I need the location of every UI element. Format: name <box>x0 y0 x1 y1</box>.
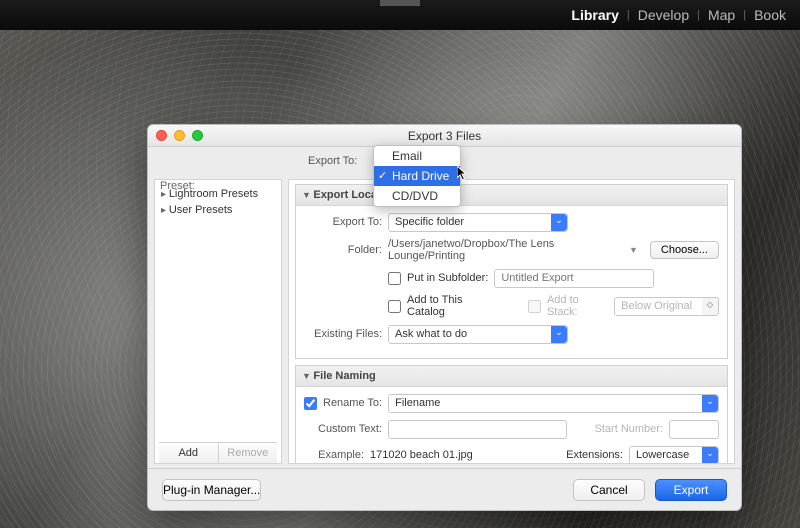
minimize-icon[interactable] <box>174 130 185 141</box>
stack-position-value: Below Original <box>621 300 692 312</box>
choose-folder-button[interactable]: Choose... <box>650 241 719 259</box>
preset-label: Preset: <box>160 180 195 192</box>
remove-preset-button: Remove <box>219 443 278 463</box>
export-to-dropdown[interactable]: Email Hard Drive CD/DVD <box>373 145 461 207</box>
folder-path: /Users/janetwo/Dropbox/The Lens Lounge/P… <box>388 238 623 262</box>
separator: | <box>743 9 746 21</box>
section-header-export-location[interactable]: Export Location <box>296 185 727 206</box>
folder-label: Folder: <box>304 244 382 256</box>
chevron-down-icon[interactable] <box>551 214 567 231</box>
rename-template-value: Filename <box>395 397 440 409</box>
window-controls <box>156 130 203 141</box>
export-to-option-email[interactable]: Email <box>374 146 460 166</box>
extensions-label: Extensions: <box>566 449 623 461</box>
export-to-top-label: Export To: <box>308 155 357 167</box>
export-button[interactable]: Export <box>655 479 727 501</box>
module-book[interactable]: Book <box>754 7 786 23</box>
section-export-location: Export Location Export To: Specific fold… <box>295 184 728 359</box>
add-to-stack-label: Add to Stack: <box>547 294 608 318</box>
start-number-label: Start Number: <box>573 423 663 435</box>
plugin-manager-button[interactable]: Plug-in Manager... <box>162 479 261 501</box>
rename-to-checkbox[interactable] <box>304 397 317 410</box>
module-picker-bar: Library | Develop | Map | Book <box>0 0 800 30</box>
dialog-footer: Plug-in Manager... Cancel Export <box>148 468 741 510</box>
cancel-button[interactable]: Cancel <box>573 479 645 501</box>
chevron-down-icon[interactable] <box>702 447 718 464</box>
extensions-select[interactable]: Lowercase <box>629 446 719 465</box>
add-to-catalog-label: Add to This Catalog <box>407 294 497 318</box>
preset-sidebar: Lightroom Presets User Presets Add Remov… <box>154 179 282 464</box>
start-number-field <box>669 420 719 439</box>
example-value: 171020 beach 01.jpg <box>370 449 560 461</box>
add-to-stack-checkbox <box>528 300 541 313</box>
custom-text-field <box>388 420 567 439</box>
chevron-down-icon[interactable] <box>551 326 567 343</box>
dialog-title: Export 3 Files <box>408 129 481 143</box>
export-to-value: Specific folder <box>395 216 464 228</box>
existing-files-label: Existing Files: <box>304 328 382 340</box>
export-to-select[interactable]: Specific folder <box>388 213 568 232</box>
module-map[interactable]: Map <box>708 7 735 23</box>
export-to-option-cddvd[interactable]: CD/DVD <box>374 186 460 206</box>
chevron-down-icon[interactable] <box>702 395 718 412</box>
custom-text-label: Custom Text: <box>304 423 382 435</box>
close-icon[interactable] <box>156 130 167 141</box>
panel-handle-icon[interactable] <box>380 0 420 6</box>
existing-files-select[interactable]: Ask what to do <box>388 325 568 344</box>
separator: | <box>697 9 700 21</box>
export-settings-panel[interactable]: Export Location Export To: Specific fold… <box>288 179 735 464</box>
export-to-label: Export To: <box>304 216 382 228</box>
module-library[interactable]: Library <box>571 7 618 23</box>
dialog-titlebar[interactable]: Export 3 Files <box>148 125 741 147</box>
zoom-icon[interactable] <box>192 130 203 141</box>
put-in-subfolder-label: Put in Subfolder: <box>407 272 488 284</box>
add-preset-button[interactable]: Add <box>159 443 219 463</box>
module-develop[interactable]: Develop <box>638 7 689 23</box>
section-header-file-naming[interactable]: File Naming <box>296 366 727 387</box>
add-to-catalog-checkbox[interactable] <box>388 300 401 313</box>
rename-to-label: Rename To: <box>323 397 382 409</box>
export-dialog: Export 3 Files Export To: Email Hard Dri… <box>147 124 742 511</box>
example-label: Example: <box>304 449 364 461</box>
stepper-icon <box>702 298 718 315</box>
stack-position-select: Below Original <box>614 297 719 316</box>
separator: | <box>627 9 630 21</box>
preset-group-user[interactable]: User Presets <box>159 202 277 218</box>
put-in-subfolder-checkbox[interactable] <box>388 272 401 285</box>
rename-template-select[interactable]: Filename <box>388 394 719 413</box>
existing-files-value: Ask what to do <box>395 328 467 340</box>
section-file-naming: File Naming Rename To: Filename Custom T… <box>295 365 728 464</box>
extensions-value: Lowercase <box>636 449 689 461</box>
folder-disclosure-icon[interactable]: ▼ <box>629 245 638 255</box>
export-to-option-harddrive[interactable]: Hard Drive <box>374 166 460 186</box>
subfolder-name-field[interactable] <box>494 269 654 288</box>
